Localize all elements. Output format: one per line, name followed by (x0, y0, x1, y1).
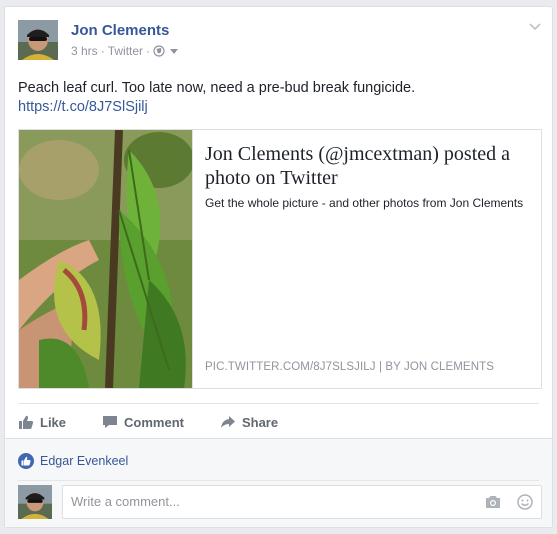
preview-source: PIC.TWITTER.COM/8J7SLSJILJ | BY JON CLEM… (205, 361, 494, 373)
share-icon (220, 416, 235, 428)
share-button[interactable]: Share (220, 411, 278, 433)
comments-section: Edgar Evenkeel (5, 438, 552, 527)
actions-divider (18, 403, 539, 404)
like-badge-icon (18, 453, 34, 469)
commenter-avatar[interactable] (18, 485, 52, 519)
like-icon (19, 415, 34, 429)
link-preview[interactable]: Jon Clements (@jmcextman) posted a photo… (18, 129, 542, 389)
post-card: Jon Clements 3 hrs · Twitter · Peach lea… (4, 6, 553, 528)
comment-input[interactable] (71, 494, 451, 509)
preview-image[interactable] (19, 130, 192, 388)
comments-divider (18, 480, 539, 481)
preview-body[interactable]: Jon Clements (@jmcextman) posted a photo… (192, 130, 541, 388)
post-link[interactable]: https://t.co/8J7SlSjilj (18, 99, 148, 115)
preview-title[interactable]: Jon Clements (@jmcextman) posted a photo… (205, 142, 531, 190)
comment-box[interactable] (62, 485, 542, 519)
camera-icon[interactable] (485, 495, 501, 509)
action-bar: Like Comment Share (18, 411, 314, 433)
comment-icon (103, 416, 118, 428)
chevron-down-icon[interactable] (528, 19, 542, 33)
comment-label: Comment (124, 414, 184, 430)
preview-domain: PIC.TWITTER.COM/8J7SLSJILJ (205, 361, 376, 373)
globe-icon[interactable] (153, 45, 165, 57)
author-avatar[interactable] (18, 20, 58, 60)
meta-separator: · (146, 44, 151, 58)
like-button[interactable]: Like (18, 411, 66, 433)
post-meta: 3 hrs · Twitter · (71, 44, 180, 58)
author-name[interactable]: Jon Clements (71, 22, 169, 39)
like-label: Like (40, 414, 67, 430)
liker-name[interactable]: Edgar Evenkeel (40, 454, 128, 468)
caret-down-icon[interactable] (168, 45, 180, 57)
preview-byline: BY JON CLEMENTS (385, 361, 494, 373)
meta-separator: · (100, 44, 105, 58)
post-body: Peach leaf curl. Too late now, need a pr… (18, 80, 416, 96)
post-source[interactable]: Twitter (108, 44, 143, 58)
preview-description: Get the whole picture - and other photos… (205, 196, 524, 210)
comment-button[interactable]: Comment (102, 411, 184, 433)
reactions-summary[interactable]: Edgar Evenkeel (18, 453, 128, 469)
smiley-icon[interactable] (517, 494, 533, 510)
preview-separator: | (378, 361, 383, 373)
share-label: Share (241, 414, 279, 430)
post-time[interactable]: 3 hrs (71, 44, 98, 58)
post-text: Peach leaf curl. Too late now, need a pr… (18, 79, 538, 117)
